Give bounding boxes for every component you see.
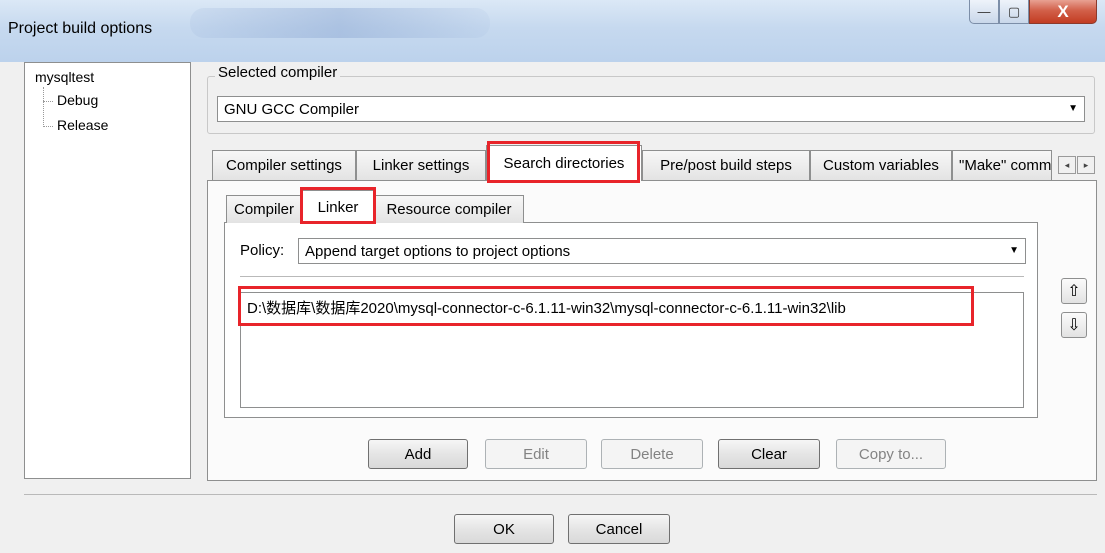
policy-label: Policy: [240, 242, 285, 259]
tab-compiler-settings[interactable]: Compiler settings [212, 150, 356, 180]
separator [240, 276, 1024, 277]
add-button[interactable]: Add [368, 439, 468, 469]
minimize-button[interactable]: — [969, 0, 999, 24]
chevron-down-icon: ▼ [1009, 245, 1019, 256]
move-up-button[interactable]: ⇧ [1061, 278, 1087, 304]
tab-search-directories[interactable]: Search directories [486, 145, 642, 181]
tab-make-commands[interactable]: "Make" commands [952, 150, 1052, 180]
clear-button[interactable]: Clear [718, 439, 820, 469]
tab-pre-post-build-steps[interactable]: Pre/post build steps [642, 150, 810, 180]
list-item[interactable]: D:\数据库\数据库2020\mysql-connector-c-6.1.11-… [247, 297, 846, 318]
arrow-right-icon: ▸ [1083, 159, 1089, 170]
selected-compiler-label: Selected compiler [215, 64, 341, 81]
subtab-compiler[interactable]: Compiler [226, 195, 302, 223]
maximize-button[interactable]: ▢ [999, 0, 1029, 24]
maximize-icon: ▢ [1007, 3, 1021, 19]
title-bar-blur [190, 8, 490, 38]
tree-connector [43, 101, 53, 102]
tab-linker-settings[interactable]: Linker settings [356, 150, 486, 180]
directories-list[interactable]: D:\数据库\数据库2020\mysql-connector-c-6.1.11-… [240, 292, 1024, 408]
compiler-select-value: GNU GCC Compiler [224, 100, 360, 118]
chevron-down-icon: ▼ [1068, 103, 1078, 114]
tab-custom-variables[interactable]: Custom variables [810, 150, 952, 180]
copy-to-button[interactable]: Copy to... [836, 439, 946, 469]
title-bar [0, 0, 1105, 62]
tab-scroll-right-button[interactable]: ▸ [1077, 156, 1095, 174]
tab-scroll-left-button[interactable]: ◂ [1058, 156, 1076, 174]
tree-item-debug[interactable]: Debug [57, 92, 98, 108]
close-button[interactable]: X [1029, 0, 1097, 24]
policy-select[interactable]: Append target options to project options… [298, 238, 1026, 264]
subtab-resource-compiler[interactable]: Resource compiler [374, 195, 524, 223]
policy-select-value: Append target options to project options [305, 242, 571, 260]
tree-connector [43, 87, 44, 127]
ok-button[interactable]: OK [454, 514, 554, 544]
minimize-icon: — [977, 4, 991, 19]
arrow-up-icon: ⇧ [1067, 283, 1081, 300]
delete-button[interactable]: Delete [601, 439, 703, 469]
arrow-left-icon: ◂ [1064, 159, 1070, 170]
tree-item-root[interactable]: mysqltest [35, 69, 94, 85]
arrow-down-icon: ⇩ [1067, 317, 1081, 334]
cancel-button[interactable]: Cancel [568, 514, 670, 544]
target-tree[interactable]: mysqltest Debug Release [24, 62, 191, 479]
subtab-linker[interactable]: Linker [302, 190, 374, 224]
tree-connector [43, 126, 53, 127]
separator [24, 494, 1097, 495]
move-down-button[interactable]: ⇩ [1061, 312, 1087, 338]
tree-item-release[interactable]: Release [57, 117, 108, 133]
compiler-select[interactable]: GNU GCC Compiler ▼ [217, 96, 1085, 122]
edit-button[interactable]: Edit [485, 439, 587, 469]
window-title: Project build options [8, 20, 153, 37]
close-icon: X [1057, 1, 1069, 21]
